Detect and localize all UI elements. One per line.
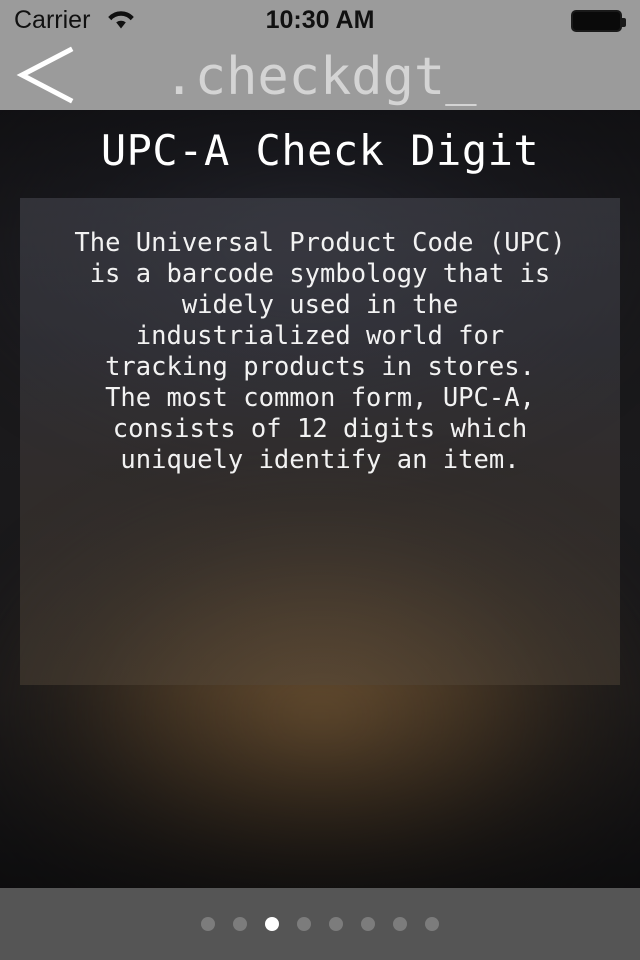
- status-time: 10:30 AM: [265, 6, 375, 34]
- page-dot[interactable]: [361, 917, 375, 931]
- navigation-bar: .checkdgt_: [0, 40, 640, 110]
- page-dot[interactable]: [329, 917, 343, 931]
- info-card: The Universal Product Code (UPC) is a ba…: [20, 198, 620, 685]
- battery-full-icon: [571, 10, 626, 32]
- page-dot[interactable]: [201, 917, 215, 931]
- page-dot[interactable]: [297, 917, 311, 931]
- page-dot[interactable]: [265, 917, 279, 931]
- page-dots: [0, 888, 640, 960]
- status-bar: Carrier 10:30 AM: [0, 0, 640, 40]
- nav-title: .checkdgt_: [163, 47, 477, 107]
- app-screen: Carrier 10:30 AM .checkdgt_ UPC-A Check …: [0, 0, 640, 960]
- page-dot[interactable]: [393, 917, 407, 931]
- page-control[interactable]: [0, 888, 640, 960]
- page-dot[interactable]: [425, 917, 439, 931]
- info-card-body-text: The Universal Product Code (UPC) is a ba…: [74, 228, 566, 475]
- page-title: UPC-A Check Digit: [100, 126, 540, 175]
- page-dot[interactable]: [233, 917, 247, 931]
